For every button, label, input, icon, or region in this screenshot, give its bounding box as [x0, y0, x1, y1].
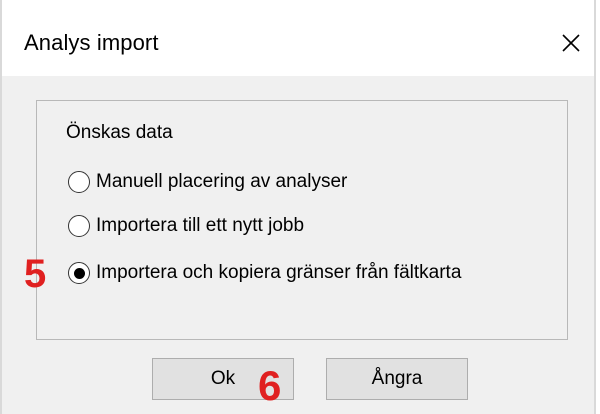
annotation-number: 6 [258, 362, 282, 409]
analys-import-dialog: Analys import Önskas data Manuell placer… [0, 0, 596, 414]
close-button[interactable] [554, 28, 588, 58]
radio-label: Importera och kopiera gränser från fältk… [96, 262, 462, 283]
ok-button-label: Ok [210, 368, 236, 389]
radio-option-new-job[interactable]: Importera till ett nytt jobb [68, 213, 304, 239]
radio-button-selected[interactable] [68, 262, 90, 284]
radio-selected-dot [73, 267, 85, 279]
annotation-number: 5 [24, 252, 47, 296]
radio-label: Importera till ett nytt jobb [96, 215, 305, 236]
radio-button[interactable] [68, 171, 90, 193]
radio-button[interactable] [68, 215, 90, 237]
close-icon [562, 34, 580, 52]
radio-option-manual[interactable]: Manuell placering av analyser [68, 169, 347, 195]
window-title: Analys import [24, 30, 159, 55]
title-bar: Analys import [2, 0, 594, 76]
radio-option-copy-borders[interactable]: Importera och kopiera gränser från fältk… [68, 260, 461, 286]
cancel-button[interactable]: Ångra [326, 358, 468, 400]
radio-label: Manuell placering av analyser [96, 171, 348, 192]
cancel-button-label: Ångra [371, 368, 423, 389]
group-label: Önskas data [66, 122, 173, 143]
